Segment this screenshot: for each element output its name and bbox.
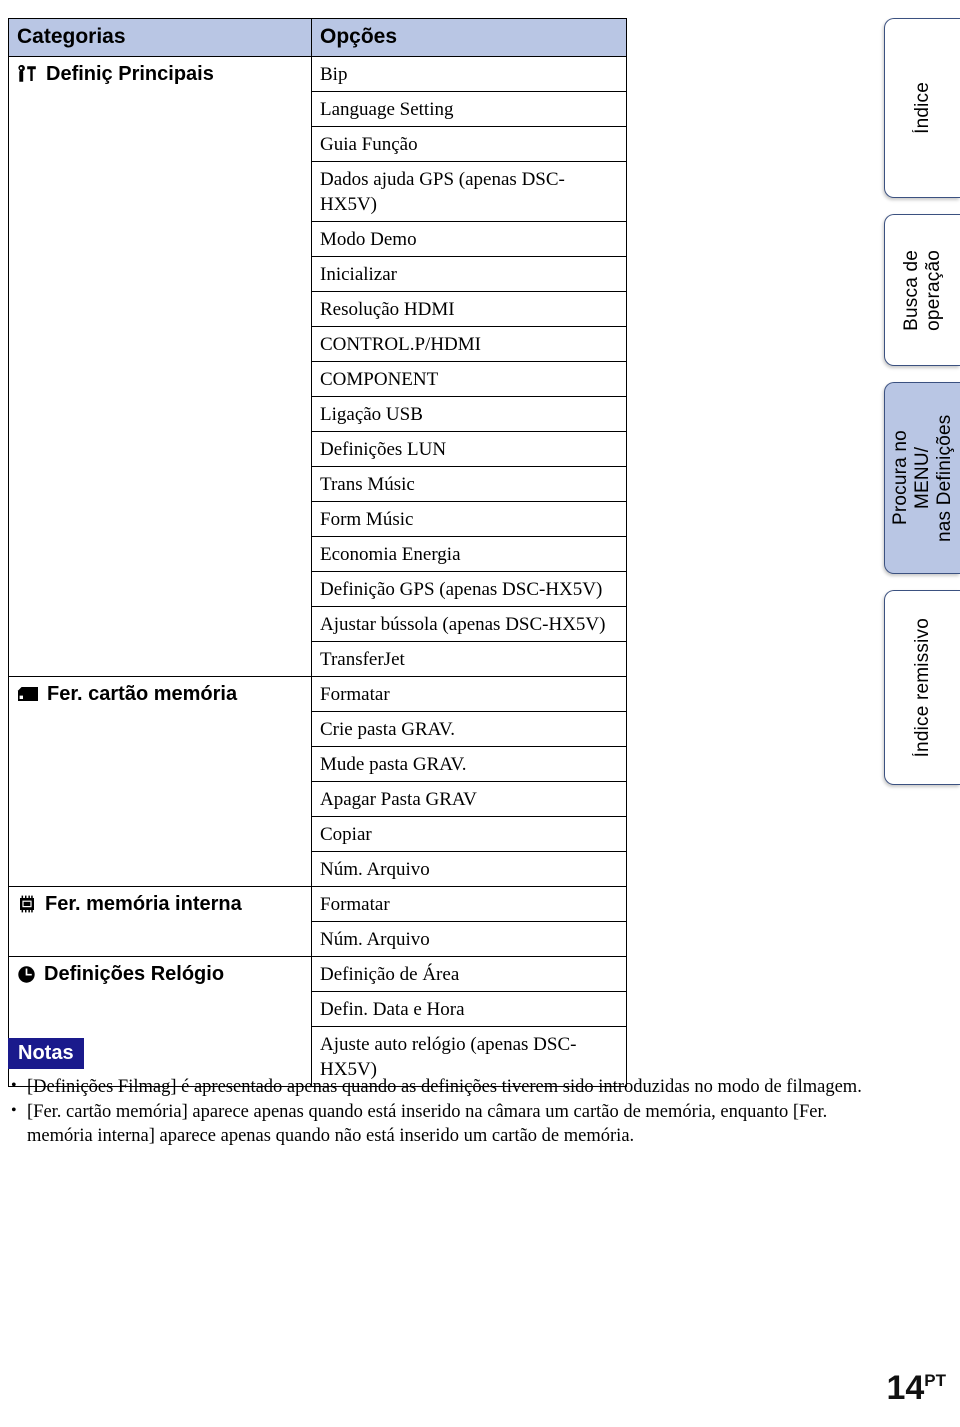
option-cell[interactable]: Dados ajuda GPS (apenas DSC-HX5V)	[311, 161, 627, 222]
option-cell[interactable]: Definição de Área	[311, 956, 627, 992]
option-cell[interactable]: Núm. Arquivo	[311, 921, 627, 957]
list-item: [Fer. cartão memória] aparece apenas qua…	[8, 1099, 868, 1148]
side-tab-label: Procura no MENU/ nas Definições	[889, 414, 955, 542]
option-cell[interactable]: TransferJet	[311, 641, 627, 677]
option-cell[interactable]: Ajustar bússola (apenas DSC-HX5V)	[311, 606, 627, 642]
option-cell[interactable]: Apagar Pasta GRAV	[311, 781, 627, 817]
option-cell[interactable]: Guia Função	[311, 126, 627, 162]
option-cell[interactable]: Modo Demo	[311, 221, 627, 257]
memory-card-icon	[17, 686, 39, 702]
option-cell[interactable]: COMPONENT	[311, 361, 627, 397]
side-tab-busca-de-operacao[interactable]: Busca de operação	[884, 214, 960, 366]
option-cell[interactable]: Resolução HDMI	[311, 291, 627, 327]
category-label: Fer. memória interna	[45, 893, 242, 915]
option-cell[interactable]: Economia Energia	[311, 536, 627, 572]
option-cell[interactable]: Crie pasta GRAV.	[311, 711, 627, 747]
column-header-opcoes: Opções	[311, 18, 627, 57]
side-tab-procura-no-menu-nas-definicoes[interactable]: Procura no MENU/ nas Definições	[884, 382, 960, 574]
column-header-categorias: Categorias	[8, 18, 312, 57]
notas-section: Notas [Definições Filmag] é apresentado …	[8, 1038, 868, 1149]
side-tab-label: Índice remissivo	[911, 617, 933, 758]
option-cell[interactable]: CONTROL.P/HDMI	[311, 326, 627, 362]
table-row: Fer. memória interna Formatar	[8, 886, 627, 957]
toolbox-icon	[17, 64, 38, 83]
category-cell-fer-memoria-interna: Fer. memória interna	[8, 886, 312, 957]
option-cell[interactable]: Definições LUN	[311, 431, 627, 467]
category-label: Definiç Principais	[46, 63, 214, 85]
clock-icon	[17, 965, 36, 984]
notas-badge: Notas	[8, 1038, 84, 1069]
table-header-row: Categorias Opções	[8, 18, 627, 57]
list-item: [Definições Filmag] é apresentado apenas…	[8, 1074, 868, 1099]
side-tab-indice[interactable]: Índice	[884, 18, 960, 198]
memory-chip-icon	[17, 895, 37, 913]
category-label: Definições Relógio	[44, 963, 225, 985]
side-tab-label: Índice	[911, 82, 933, 134]
page-number: 14	[886, 1369, 925, 1407]
category-label: Fer. cartão memória	[47, 683, 238, 705]
option-cell[interactable]: Bip	[311, 56, 627, 92]
table-row: Definiç Principais Bip	[8, 56, 627, 677]
option-cell[interactable]: Form Músic	[311, 501, 627, 537]
option-cell[interactable]: Language Setting	[311, 91, 627, 127]
option-cell[interactable]: Núm. Arquivo	[311, 851, 627, 887]
option-cell[interactable]: Mude pasta GRAV.	[311, 746, 627, 782]
option-cell[interactable]: Inicializar	[311, 256, 627, 292]
menu-settings-table: Categorias Opções Definiç Principais Bip…	[8, 18, 627, 1087]
page-language-suffix: PT	[924, 1371, 946, 1390]
table-row: Fer. cartão memória Formatar	[8, 676, 627, 887]
option-cell[interactable]: Formatar	[311, 886, 627, 922]
option-cell[interactable]: Formatar	[311, 676, 627, 712]
option-cell[interactable]: Definição GPS (apenas DSC-HX5V)	[311, 571, 627, 607]
notas-list: [Definições Filmag] é apresentado apenas…	[8, 1074, 868, 1148]
option-cell[interactable]: Ligação USB	[311, 396, 627, 432]
side-tab-label: Busca de operação	[900, 249, 944, 331]
option-cell[interactable]: Defin. Data e Hora	[311, 991, 627, 1027]
option-cell[interactable]: Copiar	[311, 816, 627, 852]
category-cell-fer-cartao-memoria: Fer. cartão memória	[8, 676, 312, 887]
category-cell-definic-principais: Definiç Principais	[8, 56, 312, 677]
side-tab-indice-remissivo[interactable]: Índice remissivo	[884, 590, 960, 785]
side-tab-strip: Índice Busca de operação Procura no MENU…	[884, 18, 960, 801]
table-row: Definições Relógio Definição de Área	[8, 956, 627, 1087]
option-cell[interactable]: Trans Músic	[311, 466, 627, 502]
page-footer: 14PT	[886, 1371, 946, 1405]
